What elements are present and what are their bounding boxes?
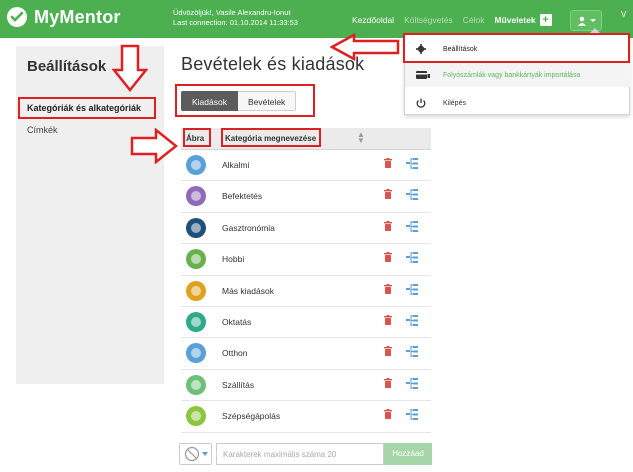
table-row: Szépségápolás: [181, 401, 431, 433]
card-import-icon: [416, 71, 430, 79]
table-row: Alkalmi: [181, 150, 431, 182]
cutlery-icon: [186, 217, 206, 238]
subcategory-tree-icon[interactable]: [406, 314, 418, 327]
column-header-icon[interactable]: Ábra: [186, 134, 204, 143]
graduation-cap-icon: [186, 311, 206, 332]
subcategory-tree-icon[interactable]: [406, 220, 418, 233]
settings-sidebar: Beállítások Kategóriák és alkategóriák C…: [16, 46, 164, 384]
sidebar-item-categories[interactable]: Kategóriák és alkategóriák: [27, 103, 141, 113]
add-category-form: Hozzáad: [179, 443, 432, 465]
sort-icon[interactable]: ▲ ▼: [357, 131, 365, 145]
trash-icon[interactable]: [384, 283, 392, 294]
table-row: Befektetés: [181, 181, 431, 213]
trash-icon[interactable]: [384, 346, 392, 357]
no-icon-icon: [184, 446, 199, 462]
subcategory-tree-icon[interactable]: [406, 345, 418, 358]
menu-item-logout[interactable]: Kilépés: [405, 91, 631, 115]
user-icon: [577, 16, 586, 26]
subcategory-tree-icon[interactable]: [406, 251, 418, 264]
add-button[interactable]: Hozzáad: [384, 443, 432, 465]
subcategory-tree-icon[interactable]: [406, 377, 418, 390]
subcategory-tree-icon[interactable]: [406, 408, 418, 421]
nav-goals[interactable]: Célok: [463, 15, 485, 25]
category-name: Szállítás: [222, 379, 255, 390]
menu-item-import-label: Folyószámlák vagy bankkártyák importálás…: [443, 71, 581, 79]
trash-icon[interactable]: [384, 314, 392, 325]
trash-icon[interactable]: [384, 158, 392, 168]
nuclear-icon: [186, 280, 206, 301]
category-name: Alkalmi: [222, 160, 250, 170]
column-header-name[interactable]: Kategória megnevezése: [225, 134, 316, 143]
chevron-down-icon: [589, 19, 596, 22]
icon-picker[interactable]: [179, 443, 212, 465]
table-header: Ábra Kategória megnevezése ▲ ▼: [181, 128, 431, 150]
brand-name: MyMentor: [34, 6, 121, 27]
category-name: Otthon: [222, 348, 248, 359]
table-row: Gasztronómia: [181, 213, 431, 245]
menu-divider: [405, 61, 631, 62]
power-icon: [416, 98, 426, 108]
category-name: Hobbi: [222, 254, 245, 265]
table-row: Más kiadások: [181, 276, 431, 307]
investment-icon: [186, 186, 206, 207]
category-name-input[interactable]: [216, 443, 384, 465]
dropdown-pointer: [589, 28, 601, 34]
cut-off-text: V: [621, 10, 627, 19]
gear-icon: [416, 44, 426, 54]
category-name: Befektetés: [222, 191, 263, 202]
nav-home[interactable]: Kezdőoldal: [352, 15, 394, 25]
last-connection: Last connection: 01.10.2014 11:33:53: [173, 18, 298, 27]
menu-item-import[interactable]: Folyószámlák vagy bankkártyák importálás…: [405, 63, 631, 87]
table-body: Alkalmi Befektetés Gasztronómia Hobbi Más ki…: [181, 150, 431, 433]
page-title: Bevételek és kiadások: [181, 54, 365, 74]
table-row: Otthon: [181, 338, 431, 370]
trash-icon[interactable]: [384, 220, 392, 231]
menu-item-settings-label: Beállítások: [443, 45, 478, 53]
house-icon: [186, 343, 206, 364]
brand-logo[interactable]: MyMentor: [6, 6, 121, 28]
category-name: Oktatás: [222, 316, 252, 327]
trash-icon[interactable]: [384, 189, 392, 200]
tab-expenses[interactable]: Kiadások: [181, 91, 238, 111]
trash-icon[interactable]: [384, 377, 392, 388]
category-name: Gasztronómia: [222, 222, 275, 233]
page: MyMentor Üdvözöljük!, Vasile Alexandru-I…: [0, 0, 633, 472]
mymentor-logo-icon: [7, 7, 27, 27]
user-greeting: Üdvözöljük!, Vasile Alexandru-Ionut Last…: [173, 8, 298, 28]
sidebar-item-tags[interactable]: Címkék: [27, 125, 58, 135]
table-row: Oktatás: [181, 307, 431, 339]
nav-actions[interactable]: Műveletek +: [494, 14, 552, 26]
tab-income[interactable]: Bevételek: [237, 91, 297, 111]
chevron-down-icon: [201, 452, 208, 456]
trash-icon[interactable]: [384, 252, 392, 263]
menu-item-settings[interactable]: Beállítások: [405, 37, 631, 61]
tab-group: Kiadások Bevételek: [181, 91, 297, 111]
categories-table: Ábra Kategória megnevezése ▲ ▼ Alkalmi Bef…: [181, 128, 431, 433]
nav-actions-label: Műveletek: [494, 15, 536, 25]
sidebar-title: Beállítások: [27, 58, 107, 75]
table-row: Szállítás: [181, 370, 431, 402]
trash-icon[interactable]: [384, 409, 392, 420]
table-row: Hobbi: [181, 244, 431, 276]
nav-budget[interactable]: Költségvetés: [404, 15, 453, 25]
subcategory-tree-icon[interactable]: [406, 188, 418, 201]
user-dropdown-menu: Beállítások Folyószámlák vagy bankkártyá…: [404, 28, 631, 115]
subcategory-tree-icon[interactable]: [406, 283, 418, 296]
car-icon: [186, 374, 206, 395]
plus-icon: +: [539, 14, 552, 26]
menu-item-logout-label: Kilépés: [443, 99, 466, 107]
category-name: Szépségápolás: [222, 411, 281, 422]
subcategory-tree-icon[interactable]: [406, 157, 418, 170]
greeting-name: Üdvözöljük!, Vasile Alexandru-Ionut: [173, 8, 291, 17]
main-nav: Kezdőoldal Költségvetés Célok Műveletek …: [352, 14, 562, 26]
calendar-icon: [186, 155, 206, 175]
hobby-icon: [186, 249, 206, 270]
beauty-icon: [186, 406, 206, 427]
category-name: Más kiadások: [222, 285, 274, 296]
